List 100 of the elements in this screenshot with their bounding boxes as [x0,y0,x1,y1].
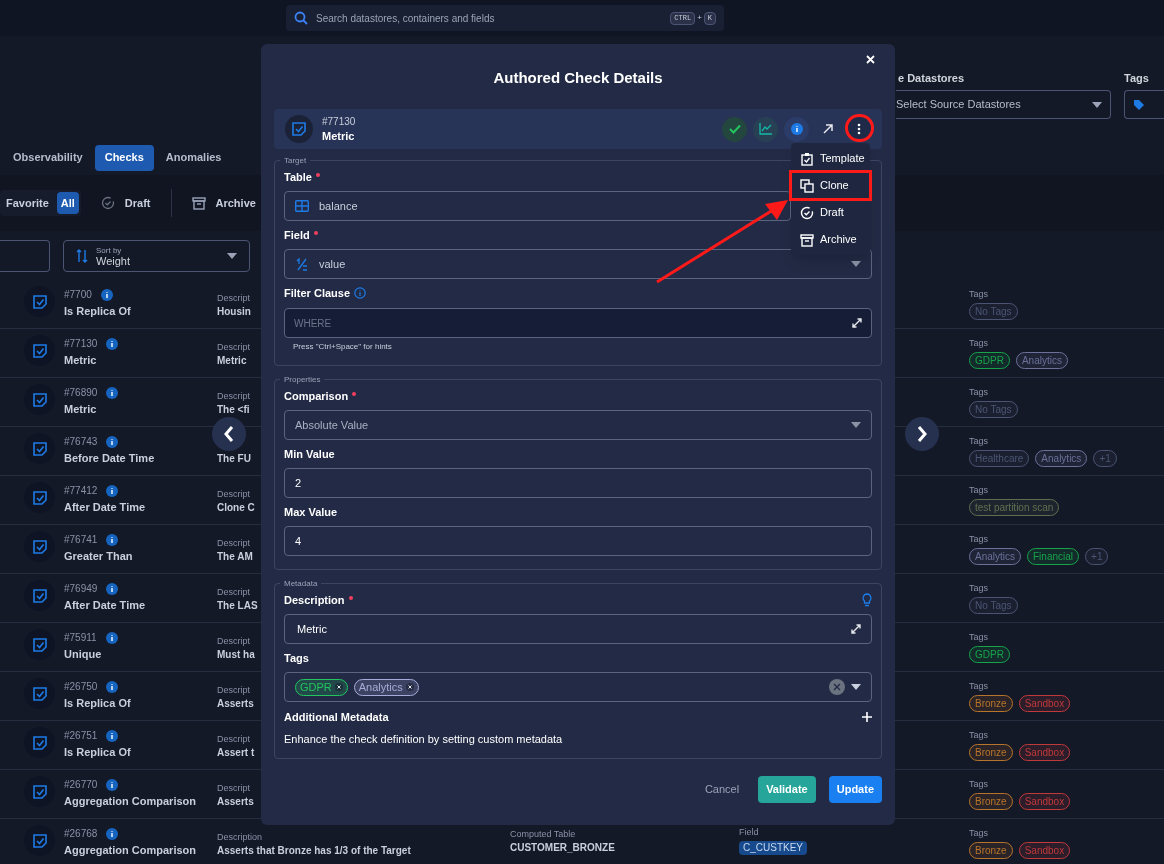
hint-text: Press "Ctrl+Space" for hints [293,341,393,353]
table-icon [295,200,309,212]
copy-icon [800,178,814,193]
check-id: #77412 [64,484,98,498]
menu-item[interactable]: Draft [791,199,870,226]
info-button[interactable] [784,116,809,142]
tag: +1 [1085,548,1109,565]
check-name: Metric [322,129,356,143]
filter-button[interactable]: Draft [92,194,159,212]
close-button[interactable] [863,52,877,66]
next-button[interactable] [905,417,939,451]
check-description: Metric [217,354,247,368]
chart-button[interactable] [753,116,778,142]
caret-icon [227,252,237,259]
info-icon [105,632,118,644]
check-id: #76743 [64,435,98,449]
tag-icon [1133,98,1145,111]
computed-table: CUSTOMER_BRONZE [510,841,739,855]
check-id: #76890 [64,386,98,400]
section-legend: Metadata [280,578,322,589]
check-description: Clone C [217,501,255,515]
chevron-right-icon [917,426,927,442]
check-id: #77130 [64,337,98,351]
cancel-button[interactable]: Cancel [702,781,742,798]
menu-item[interactable]: Clone [791,172,870,199]
tab[interactable]: Anomalies [155,144,232,171]
column-label: Tags [969,484,989,497]
field-label: Table [284,170,312,184]
tag: Analytics [1015,352,1068,369]
check-description: Must ha [217,648,255,662]
caret-icon [851,261,861,267]
tag: Sandbox [1018,842,1071,859]
info-icon [106,681,119,693]
column-label: Tags [969,827,989,840]
check-description: The LAS [217,599,258,613]
tag-chip[interactable]: Analytics [353,678,419,696]
tag-chip[interactable]: GDPR [295,678,348,696]
tag: Sandbox [1018,744,1071,761]
column-label: Tags [969,729,989,742]
tag: Analytics [1035,450,1088,467]
column-label: Descript [217,390,250,403]
check-description: Asserts [217,795,254,809]
tab[interactable]: Observability [3,144,93,171]
check-id: #76741 [64,533,98,547]
section-legend: Properties [280,374,325,385]
check-name: Aggregation Comparison [64,843,197,857]
remove-icon [334,683,343,691]
previous-button[interactable] [212,417,246,451]
select-field[interactable]: Absolute Value [284,410,872,440]
archive-icon [191,196,206,210]
info-icon [106,730,119,742]
tags-field[interactable]: GDPR Analytics [284,672,872,702]
expand-icon [852,318,862,328]
tab[interactable]: Checks [94,144,154,171]
tag: Bronze [969,842,1013,859]
filter-button[interactable]: Archive [183,194,264,212]
add-button[interactable] [861,711,872,723]
status-button[interactable] [722,116,747,142]
select-field[interactable] [1124,90,1164,119]
check-name: Metric [64,353,98,367]
tag: No Tags [969,597,1018,614]
text-field[interactable]: Metric [284,614,872,644]
column-label: Computed Table [510,828,577,841]
column-label: Tags [969,533,989,546]
code-field[interactable]: WHERE [284,308,872,338]
check-description: Assert t [217,746,255,760]
tag: +1 [1093,450,1117,467]
check-id: #77130 [322,115,356,129]
arrow-up-right-icon [822,124,833,134]
info-icon [790,123,803,135]
tag: Sandbox [1018,695,1071,712]
remove-icon [405,683,414,691]
sort-dropdown[interactable]: Sort by Weight [63,239,250,272]
field-label: Tags [1124,71,1150,85]
select-field[interactable]: balance [284,191,791,221]
input-field[interactable]: 2 [284,468,872,498]
lightbulb-icon [862,593,872,607]
check-icon [728,124,741,134]
menu-item[interactable]: Template [791,145,870,172]
search-field[interactable] [0,239,50,272]
check-id: #26751 [64,729,98,743]
tag: Healthcare [969,450,1030,467]
column-label: Descript [217,782,250,795]
check-description: The <fi [217,403,250,417]
filter-tab[interactable]: All [56,192,79,214]
update-button[interactable]: Update [828,776,882,803]
tag: Bronze [969,744,1013,761]
column-label: Tags [969,631,989,644]
select-field[interactable]: Select Source Datastores [896,90,1111,119]
check-name: Is Replica Of [64,304,132,318]
input-field[interactable]: 4 [284,526,872,556]
check-name: Metric [64,402,98,416]
filter-tab[interactable]: Favorite [2,192,53,214]
select-field[interactable]: value [284,249,872,279]
check-name: Aggregation Comparison [64,794,197,808]
field-label: Tags [284,651,309,665]
column-label: Descript [217,341,250,354]
column-label: Tags [969,386,989,399]
column-label: Descript [217,292,250,305]
caret-icon [1092,101,1102,108]
